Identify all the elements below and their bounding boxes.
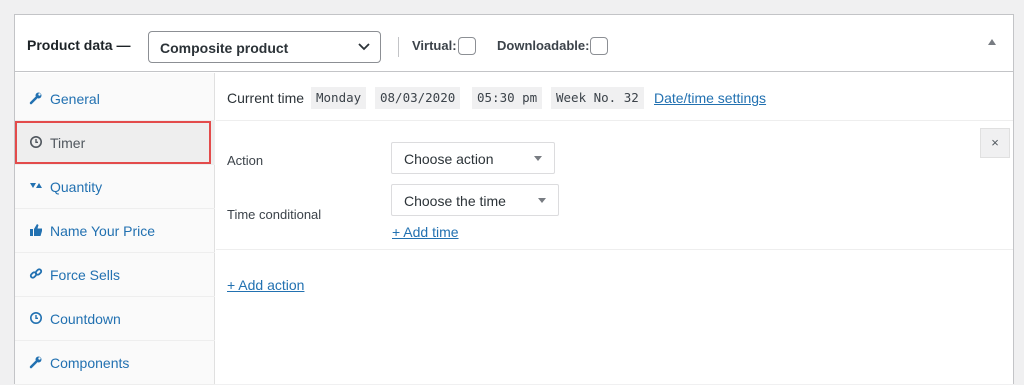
link-icon [29, 268, 43, 279]
downloadable-label: Downloadable: [497, 38, 590, 53]
current-time-label: Current time [227, 90, 305, 106]
product-type-value: Composite product [160, 40, 289, 56]
chevron-down-icon [358, 43, 370, 51]
action-select[interactable]: Choose action [391, 142, 555, 174]
time-select-value: Choose the time [404, 193, 506, 209]
date-time-settings-link[interactable]: Date/time settings [654, 90, 766, 106]
tab-label: General [50, 91, 100, 107]
current-day: Monday [311, 87, 367, 109]
tab-components[interactable]: Components [15, 341, 215, 385]
virtual-label: Virtual: [412, 38, 457, 53]
wrench-icon [29, 356, 42, 369]
current-week: Week No. 32 [551, 87, 644, 109]
timer-tab-highlight [15, 121, 211, 164]
tab-label: Name Your Price [50, 223, 156, 239]
tab-quantity[interactable]: Quantity [15, 165, 215, 209]
dropdown-arrow-icon [534, 156, 542, 161]
current-time-bar: Current time Monday 08/03/2020 05:30 pm … [216, 73, 1013, 121]
tab-countdown[interactable]: Countdown [15, 297, 215, 341]
panel-title: Product data — [27, 37, 131, 53]
action-label: Action [227, 153, 264, 168]
remove-rule-button[interactable]: × [980, 128, 1010, 158]
tab-label: Quantity [50, 179, 103, 195]
tab-label: Components [50, 355, 130, 371]
add-time-link[interactable]: + Add time [392, 224, 459, 240]
thumbs-up-icon [30, 224, 42, 236]
add-action-link[interactable]: + Add action [227, 277, 304, 293]
downloadable-checkbox[interactable] [590, 37, 608, 55]
wrench-icon [29, 92, 42, 105]
time-conditional-label: Time conditional [227, 207, 322, 222]
product-data-panel: Product data — Composite product Virtual… [14, 14, 1014, 385]
current-date: 08/03/2020 [375, 87, 461, 109]
tab-general[interactable]: General [15, 77, 215, 121]
dropdown-arrow-icon [538, 198, 546, 203]
current-time: 05:30 pm [472, 87, 543, 109]
collapse-toggle-icon[interactable] [988, 39, 996, 45]
header-divider [398, 37, 399, 57]
arrows-icon [30, 183, 42, 188]
tab-force-sells[interactable]: Force Sells [15, 253, 215, 297]
action-select-value: Choose action [404, 151, 494, 167]
tab-name-your-price[interactable]: Name Your Price [15, 209, 215, 253]
tab-label: Force Sells [50, 267, 121, 283]
tab-label: Countdown [50, 311, 121, 327]
clock-icon [30, 312, 42, 324]
timer-rule: Action Choose action Time conditional Ch… [216, 122, 1013, 250]
product-type-select[interactable]: Composite product [148, 31, 381, 63]
time-select[interactable]: Choose the time [391, 184, 559, 216]
product-data-tabs: General Timer Quantity Name Your Price F… [15, 73, 215, 385]
product-data-header: Product data — Composite product Virtual… [15, 15, 1013, 72]
timer-panel: Current time Monday 08/03/2020 05:30 pm … [216, 73, 1013, 385]
virtual-checkbox[interactable] [458, 37, 476, 55]
